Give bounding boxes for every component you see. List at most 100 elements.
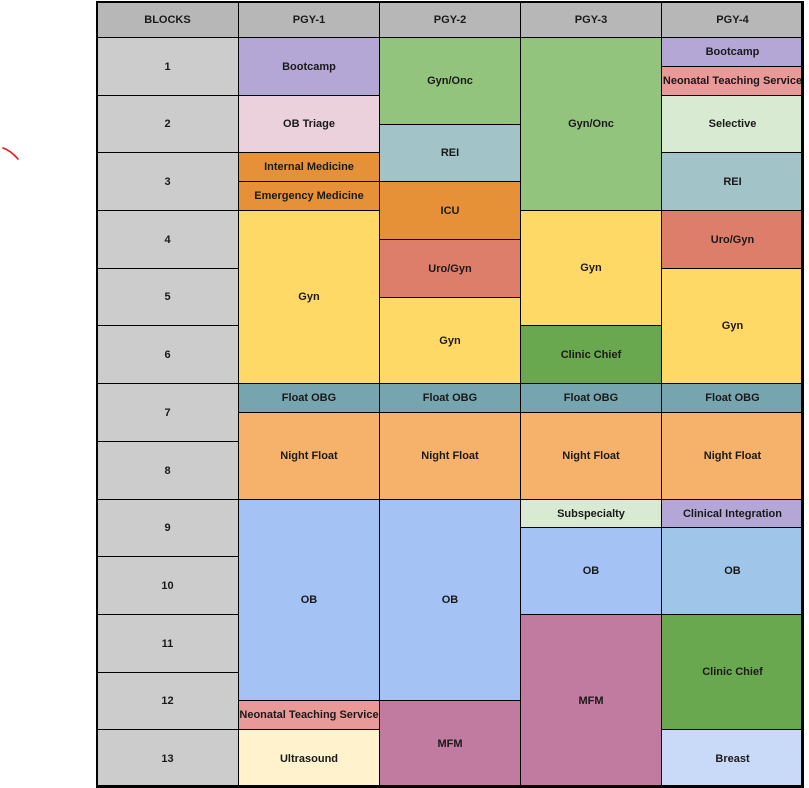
block-label-8-label: 8 xyxy=(164,464,171,477)
rotation-pgy2-gyn-onc: Gyn/Onc xyxy=(379,37,521,125)
block-label-1-label: 1 xyxy=(164,60,171,73)
rotation-pgy4-clinical-integration-label: Clinical Integration xyxy=(682,507,782,520)
rotation-pgy4-breast: Breast xyxy=(661,729,804,788)
rotation-pgy2-rei: REI xyxy=(379,124,521,182)
rotation-pgy4-clinic-chief-label: Clinic Chief xyxy=(702,666,763,678)
rotation-pgy1-night-float-label: Night Float xyxy=(280,450,338,462)
rotation-pgy4-float-obg-label: Float OBG xyxy=(705,392,760,404)
column-header-pgy-4-label: PGY-4 xyxy=(716,13,749,26)
rotation-pgy1-ultrasound-label: Ultrasound xyxy=(279,752,339,765)
block-label-12-label: 12 xyxy=(161,695,174,707)
rotation-pgy1-ob-triage-label: OB Triage xyxy=(283,118,335,130)
rotation-pgy1-neonatal-teaching-service: Neonatal Teaching Service xyxy=(238,700,380,730)
rotation-pgy1-ob-triage: OB Triage xyxy=(238,95,380,153)
rotation-pgy1-gyn-label: Gyn xyxy=(298,291,320,303)
rotation-pgy4-selective: Selective xyxy=(661,95,804,153)
rotation-pgy1-float-obg-label: Float OBG xyxy=(281,392,337,404)
block-label-4: 4 xyxy=(96,210,239,269)
column-header-pgy-3-label: PGY-3 xyxy=(574,13,608,26)
rotation-pgy3-ob-label: OB xyxy=(582,565,600,577)
rotation-pgy1-bootcamp-label: Bootcamp xyxy=(282,60,336,73)
rotation-pgy3-clinic-chief-label: Clinic Chief xyxy=(560,348,622,361)
rotation-pgy4-breast-label: Breast xyxy=(715,752,750,765)
rotation-pgy2-mfm: MFM xyxy=(379,700,521,788)
rotation-pgy3-subspecialty: Subspecialty xyxy=(520,499,662,528)
rotation-pgy3-gyn-onc-label: Gyn/Onc xyxy=(568,118,614,130)
rotation-pgy2-gyn-label: Gyn xyxy=(439,334,461,347)
block-label-6-label: 6 xyxy=(164,348,171,361)
rotation-schedule-grid: BLOCKS PGY-1 PGY-2 PGY-3 PGY-4 1 2 3 4 5 6 7 8 9 10 11 1… xyxy=(96,1,804,788)
column-header-blocks: BLOCKS xyxy=(96,1,239,38)
rotation-pgy2-mfm-label: MFM xyxy=(437,738,463,750)
block-label-8: 8 xyxy=(96,441,239,500)
rotation-pgy3-gyn-onc: Gyn/Onc xyxy=(520,37,662,211)
rotation-pgy1-internal-medicine: Internal Medicine xyxy=(238,152,380,182)
rotation-pgy1-bootcamp: Bootcamp xyxy=(238,37,380,96)
rotation-pgy3-ob: OB xyxy=(520,527,662,615)
column-header-pgy-1-label: PGY-1 xyxy=(292,13,326,26)
rotation-pgy4-night-float: Night Float xyxy=(661,412,804,500)
block-label-4-label: 4 xyxy=(164,233,171,246)
rotation-pgy1-gyn: Gyn xyxy=(238,210,380,384)
block-label-7-label: 7 xyxy=(164,406,171,419)
rotation-pgy1-emergency-medicine: Emergency Medicine xyxy=(238,181,380,211)
rotation-pgy2-gyn: Gyn xyxy=(379,297,521,384)
rotation-pgy1-ultrasound: Ultrasound xyxy=(238,729,380,788)
block-label-11: 11 xyxy=(96,614,239,673)
rotation-pgy1-neonatal-teaching-service-label: Neonatal Teaching Service xyxy=(239,709,379,721)
rotation-pgy4-clinical-integration: Clinical Integration xyxy=(661,499,804,528)
rotation-pgy4-uro-gyn: Uro/Gyn xyxy=(661,210,804,269)
block-label-3-label: 3 xyxy=(164,175,171,188)
column-header-pgy-1: PGY-1 xyxy=(238,1,380,38)
block-label-10-label: 10 xyxy=(161,579,174,592)
rotation-pgy4-selective-label: Selective xyxy=(708,118,757,130)
rotation-pgy3-float-obg-label: Float OBG xyxy=(563,392,619,404)
rotation-pgy1-emergency-medicine-label: Emergency Medicine xyxy=(254,190,364,202)
rotation-pgy4-uro-gyn-label: Uro/Gyn xyxy=(710,233,755,246)
rotation-pgy3-night-float-label: Night Float xyxy=(562,450,620,462)
block-label-1: 1 xyxy=(96,37,239,96)
rotation-pgy1-internal-medicine-label: Internal Medicine xyxy=(264,161,354,173)
rotation-pgy3-clinic-chief: Clinic Chief xyxy=(520,325,662,384)
column-header-pgy-4: PGY-4 xyxy=(661,1,804,38)
column-header-pgy-2-label: PGY-2 xyxy=(433,13,467,26)
rotation-pgy4-gyn-label: Gyn xyxy=(721,320,744,332)
block-label-7: 7 xyxy=(96,383,239,442)
rotation-pgy3-gyn: Gyn xyxy=(520,210,662,326)
block-label-12: 12 xyxy=(96,672,239,730)
rotation-pgy2-rei-label: REI xyxy=(440,147,460,159)
rotation-pgy2-uro-gyn-label: Uro/Gyn xyxy=(428,262,472,275)
rotation-pgy3-gyn-label: Gyn xyxy=(580,262,602,274)
rotation-pgy2-icu: ICU xyxy=(379,181,521,240)
block-label-5: 5 xyxy=(96,268,239,326)
block-label-2-label: 2 xyxy=(164,118,171,130)
rotation-pgy4-ob: OB xyxy=(661,527,804,615)
block-label-6: 6 xyxy=(96,325,239,384)
block-label-13: 13 xyxy=(96,729,239,788)
rotation-pgy4-rei-label: REI xyxy=(723,175,742,188)
rotation-pgy4-rei: REI xyxy=(661,152,804,211)
column-header-pgy-3: PGY-3 xyxy=(520,1,662,38)
rotation-pgy3-mfm-label: MFM xyxy=(578,695,604,707)
rotation-pgy2-ob: OB xyxy=(379,499,521,701)
rotation-pgy2-uro-gyn: Uro/Gyn xyxy=(379,239,521,298)
rotation-pgy4-bootcamp-label: Bootcamp xyxy=(705,46,760,58)
rotation-pgy2-ob-label: OB xyxy=(441,594,459,606)
block-label-9: 9 xyxy=(96,499,239,557)
rotation-pgy1-float-obg: Float OBG xyxy=(238,383,380,413)
rotation-pgy2-icu-label: ICU xyxy=(440,204,460,217)
rotation-pgy1-night-float: Night Float xyxy=(238,412,380,500)
rotation-pgy1-ob: OB xyxy=(238,499,380,701)
rotation-pgy2-night-float: Night Float xyxy=(379,412,521,500)
rotation-pgy3-subspecialty-label: Subspecialty xyxy=(557,507,625,520)
rotation-pgy3-float-obg: Float OBG xyxy=(520,383,662,413)
rotation-pgy3-night-float: Night Float xyxy=(520,412,662,500)
block-label-3: 3 xyxy=(96,152,239,211)
red-annotation-stroke-icon xyxy=(2,147,19,160)
column-header-pgy-2: PGY-2 xyxy=(379,1,521,38)
rotation-pgy4-neonatal-teaching-service-label: Neonatal Teaching Service xyxy=(662,75,803,87)
rotation-pgy4-bootcamp: Bootcamp xyxy=(661,37,804,67)
rotation-pgy3-mfm: MFM xyxy=(520,614,662,788)
block-label-13-label: 13 xyxy=(161,752,174,765)
rotation-pgy4-float-obg: Float OBG xyxy=(661,383,804,413)
